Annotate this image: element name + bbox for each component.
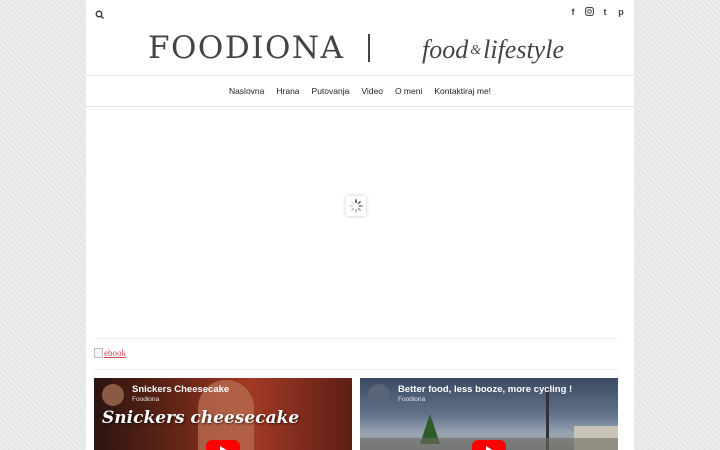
play-button-icon[interactable] bbox=[206, 440, 240, 450]
tumblr-icon[interactable]: t bbox=[600, 7, 610, 18]
facebook-icon[interactable]: f bbox=[568, 7, 578, 18]
divider bbox=[94, 369, 618, 370]
nav-item-putovanja[interactable]: Putovanja bbox=[312, 86, 350, 96]
video-title[interactable]: Snickers Cheesecake bbox=[132, 384, 229, 395]
play-button-icon[interactable] bbox=[472, 440, 506, 450]
divider bbox=[94, 338, 618, 339]
loading-spinner-icon bbox=[346, 196, 366, 216]
video-channel: Foodiona bbox=[398, 396, 426, 403]
nav-item-kontakt[interactable]: Kontaktiraj me! bbox=[434, 86, 491, 96]
tagline-food: food bbox=[422, 35, 469, 64]
top-bar: f t p bbox=[86, 0, 634, 26]
channel-avatar bbox=[368, 384, 390, 406]
tagline-ampersand: & bbox=[470, 43, 482, 58]
site-logo[interactable]: FOODIONA food &lifestyle bbox=[86, 28, 634, 74]
channel-avatar bbox=[102, 384, 124, 406]
logo-divider bbox=[368, 34, 370, 62]
ebook-link[interactable]: ebook bbox=[94, 347, 126, 359]
page-container: f t p FOODIONA food &lifestyle Naslovna H… bbox=[86, 0, 634, 450]
pinterest-icon[interactable]: p bbox=[616, 7, 626, 18]
main-nav: Naslovna Hrana Putovanja Video O meni Ko… bbox=[86, 75, 634, 107]
logo-wordmark: FOODIONA bbox=[148, 30, 345, 66]
video-title[interactable]: Better food, less booze, more cycling ! bbox=[398, 384, 572, 395]
nav-item-naslovna[interactable]: Naslovna bbox=[229, 86, 264, 96]
nav-item-video[interactable]: Video bbox=[361, 86, 383, 96]
video-embed-snickers[interactable]: Snickers Cheesecake Foodiona Snickers ch… bbox=[94, 378, 352, 450]
logo-tagline: food &lifestyle bbox=[422, 35, 564, 65]
social-links: f t p bbox=[568, 7, 626, 18]
video-channel: Foodiona bbox=[132, 396, 160, 403]
search-icon[interactable] bbox=[94, 8, 106, 20]
nav-item-hrana[interactable]: Hrana bbox=[276, 86, 299, 96]
featured-slider bbox=[94, 106, 618, 338]
video-embed-cycling[interactable]: Better food, less booze, more cycling ! … bbox=[360, 378, 618, 450]
broken-image-icon bbox=[94, 348, 103, 358]
tagline-lifestyle: lifestyle bbox=[483, 35, 564, 64]
ebook-alt-text: ebook bbox=[104, 348, 126, 358]
nav-item-o-meni[interactable]: O meni bbox=[395, 86, 422, 96]
video-overlay-text: Snickers cheesecake bbox=[102, 408, 300, 428]
instagram-icon[interactable] bbox=[584, 7, 594, 18]
